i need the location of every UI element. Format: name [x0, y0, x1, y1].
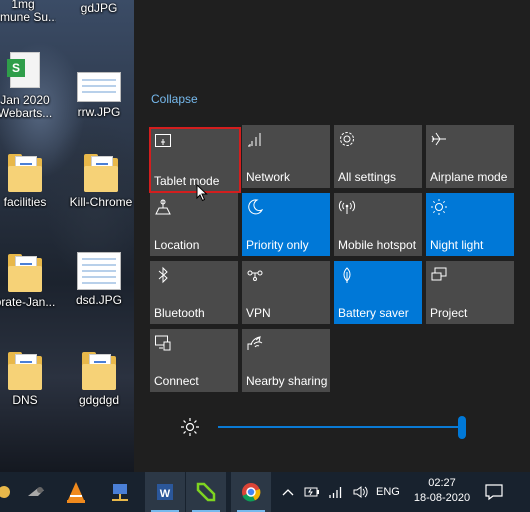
taskbar: W ENG 02:27 18-08-2020	[0, 472, 530, 512]
desktop-icon-label: Jan 2020	[0, 94, 50, 107]
folder-icon	[8, 152, 42, 192]
desktop: 1mg mmune Su... gdJPG S Jan 2020 Webarts…	[0, 0, 134, 472]
vlc-icon[interactable]	[56, 472, 96, 512]
clock[interactable]: 02:27 18-08-2020	[412, 476, 472, 506]
svg-text:W: W	[160, 488, 171, 500]
tile-label: Connect	[154, 374, 199, 388]
tile-mobile-hotspot[interactable]: Mobile hotspot	[334, 193, 422, 256]
chevron-up-icon[interactable]	[280, 484, 296, 500]
tile-priority-only[interactable]: Priority only	[242, 193, 330, 256]
chrome-taskbar-button[interactable]	[231, 472, 271, 512]
speaker-icon[interactable]	[352, 484, 368, 500]
network-icon	[248, 133, 261, 147]
tile-label: Airplane mode	[430, 170, 508, 184]
image-thumbnail-icon	[77, 252, 121, 290]
desktop-icon-label: rrw.JPG	[77, 106, 121, 119]
battery-tray-icon[interactable]	[304, 484, 320, 500]
desktop-icon-label: Kill-Chrome	[69, 196, 133, 209]
tile-all-settings[interactable]: All settings	[334, 125, 422, 188]
green-app-icon	[196, 482, 216, 502]
tile-connect[interactable]: Connect	[150, 329, 238, 392]
folder-icon	[8, 252, 42, 292]
tile-label: Tablet mode	[154, 174, 220, 188]
project-icon	[431, 267, 447, 281]
spreadsheet-icon: S	[7, 52, 40, 88]
tile-label: Nearby sharing	[246, 374, 328, 388]
hotspot-icon	[338, 200, 356, 214]
desktop-icon-dns[interactable]: DNS	[0, 350, 58, 407]
tile-location[interactable]: Location	[150, 193, 238, 256]
desktop-icon-gdjpg[interactable]: gdJPG	[66, 2, 132, 15]
clock-time: 02:27	[428, 477, 456, 489]
desktop-icon-label: Webarts...	[0, 107, 53, 120]
gear-icon	[340, 132, 354, 146]
desktop-icon-facilities[interactable]: facilities	[0, 152, 58, 209]
action-center-panel: Collapse Tablet mode Network All setting…	[134, 0, 530, 472]
desktop-icon-label: gdJPG	[80, 2, 118, 15]
tile-night-light[interactable]: Night light	[426, 193, 514, 256]
network-app-icon[interactable]	[100, 472, 140, 512]
word-taskbar-button[interactable]: W	[145, 472, 185, 512]
desktop-icon-label: facilities	[3, 196, 47, 209]
folder-icon	[82, 350, 116, 390]
tile-label: Battery saver	[338, 306, 409, 320]
chrome-icon	[242, 483, 261, 502]
desktop-icon-brate-jan[interactable]: brate-Jan...	[0, 252, 58, 309]
folder-icon	[8, 350, 42, 390]
tile-nearby-sharing[interactable]: Nearby sharing	[242, 329, 330, 392]
clock-date: 18-08-2020	[413, 492, 471, 504]
tile-label: VPN	[246, 306, 271, 320]
brightness-slider-thumb[interactable]	[458, 416, 466, 439]
green-app-taskbar-button[interactable]	[186, 472, 226, 512]
collapse-link[interactable]: Collapse	[151, 92, 198, 106]
connect-icon	[155, 335, 171, 351]
tablet-mode-icon	[155, 134, 171, 147]
sun-icon	[431, 199, 447, 215]
tile-label: Network	[246, 170, 291, 184]
bluetooth-icon	[158, 266, 168, 284]
brightness-slider-track[interactable]	[218, 426, 464, 428]
tile-label: Mobile hotspot	[338, 238, 417, 252]
moon-icon	[248, 199, 264, 215]
battery-saver-icon	[343, 267, 351, 283]
vpn-icon	[247, 270, 263, 281]
desktop-icon-rrw[interactable]: rrw.JPG	[66, 62, 132, 119]
word-icon: W	[157, 484, 173, 500]
tile-label: Night light	[430, 238, 484, 252]
location-icon	[155, 199, 171, 215]
language-indicator[interactable]: ENG	[376, 486, 400, 498]
tile-airplane-mode[interactable]: Airplane mode	[426, 125, 514, 188]
airplane-icon	[431, 132, 446, 146]
tile-vpn[interactable]: VPN	[242, 261, 330, 324]
folder-icon	[84, 152, 118, 192]
tile-network[interactable]: Network	[242, 125, 330, 188]
tile-bluetooth[interactable]: Bluetooth	[150, 261, 238, 324]
tile-tablet-mode[interactable]: Tablet mode	[149, 127, 241, 193]
desktop-icon-jan-2020[interactable]: S Jan 2020 Webarts...	[0, 48, 58, 120]
desktop-icon-gdgdgd[interactable]: gdgdgd	[66, 350, 132, 407]
desktop-icon-label: dsd.JPG	[75, 294, 123, 307]
desktop-icon-dsd[interactable]: dsd.JPG	[66, 252, 132, 307]
tile-project[interactable]: Project	[426, 261, 514, 324]
app-tool-icon[interactable]	[16, 472, 56, 512]
tile-label: Location	[154, 238, 200, 252]
desktop-icon-label: brate-Jan...	[0, 296, 56, 309]
brightness-icon	[181, 418, 199, 436]
tile-label: All settings	[338, 170, 397, 184]
notification-icon[interactable]	[484, 482, 504, 502]
desktop-icon-label: mmune Su...	[0, 11, 56, 24]
desktop-icon-label: gdgdgd	[78, 394, 120, 407]
desktop-icon-1mg[interactable]: 1mg mmune Su...	[0, 0, 56, 24]
mouse-pointer-icon	[196, 184, 208, 202]
nearby-sharing-icon	[247, 335, 263, 350]
desktop-icon-kill-chrome[interactable]: Kill-Chrome	[68, 152, 134, 209]
tile-label: Priority only	[246, 238, 309, 252]
tile-label: Bluetooth	[154, 306, 205, 320]
tile-label: Project	[430, 306, 468, 320]
tile-battery-saver[interactable]: Battery saver	[334, 261, 422, 324]
desktop-icon-label: DNS	[12, 394, 38, 407]
image-thumbnail-icon	[77, 72, 121, 102]
desktop-icon-label: 1mg	[11, 0, 35, 11]
network-tray-icon[interactable]	[328, 484, 344, 500]
